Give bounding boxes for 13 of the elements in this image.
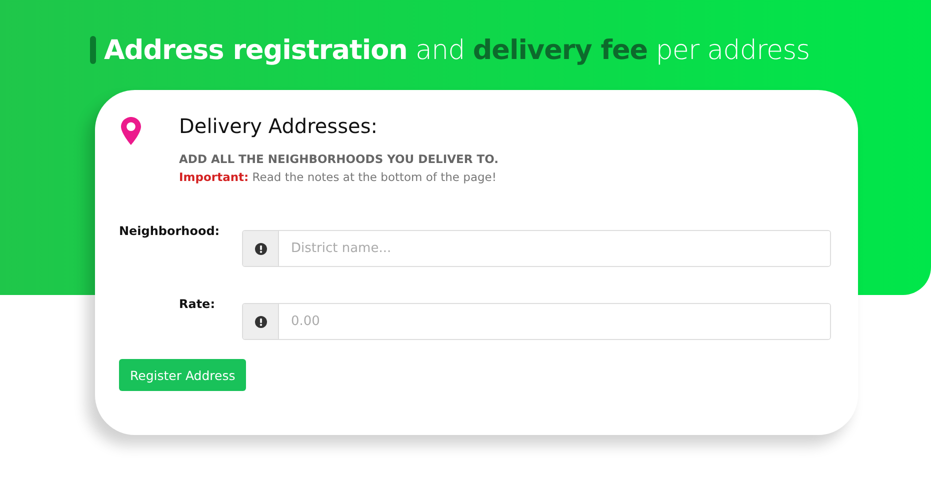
note-text: Read the notes at the bottom of the page! [252,170,496,184]
accent-bar [90,36,96,64]
input-field[interactable]: 0.00 [242,303,831,340]
card-subtitle: ADD ALL THE NEIGHBORHOODS YOU DELIVER TO. [179,152,499,166]
map-pin-icon [121,117,141,145]
field-label: Rate: [178,297,215,311]
alert-icon [254,242,266,254]
alert-icon [254,316,266,328]
headline: Address registration and delivery fee per address [104,34,810,66]
register-button[interactable]: Register Address [119,359,246,391]
input-field[interactable]: District name... [242,230,831,267]
card-title: Delivery Addresses: [179,114,378,138]
important-label: Important: [179,170,249,184]
